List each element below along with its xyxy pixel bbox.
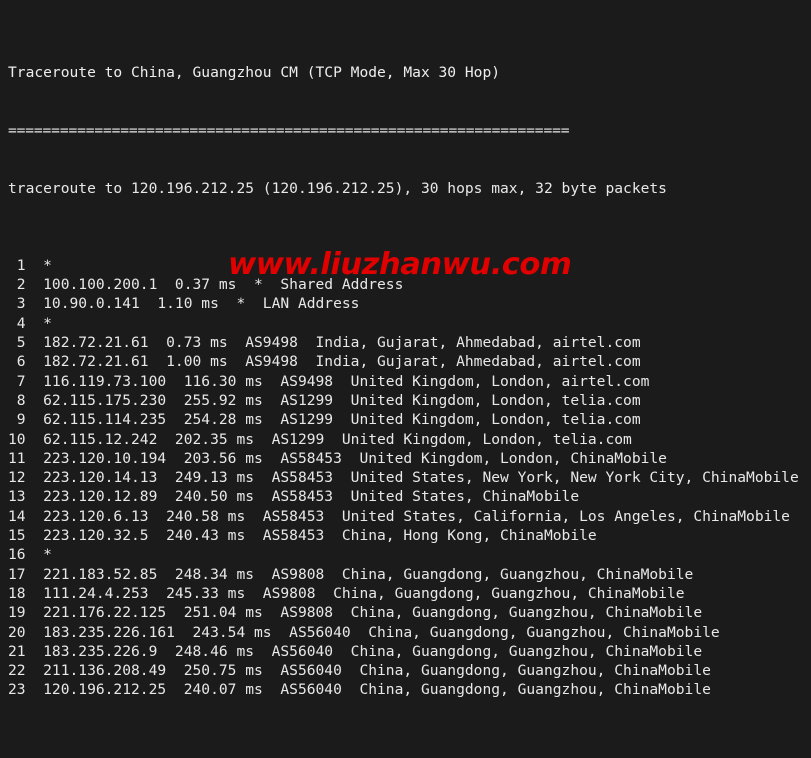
hop-list: 1 * 2 100.100.200.1 0.37 ms * Shared Add… [8, 256, 811, 700]
hop-row: 23 120.196.212.25 240.07 ms AS56040 Chin… [8, 681, 711, 699]
hop-row: 13 223.120.12.89 240.50 ms AS58453 Unite… [8, 488, 580, 506]
hop-row: 11 223.120.10.194 203.56 ms AS58453 Unit… [8, 449, 667, 467]
hop-row: 10 62.115.12.242 202.35 ms AS1299 United… [8, 430, 632, 448]
hop-row: 3 10.90.0.141 1.10 ms * LAN Address [8, 295, 360, 313]
hop-row: 18 111.24.4.253 245.33 ms AS9808 China, … [8, 584, 685, 602]
hop-row: 5 182.72.21.61 0.73 ms AS9498 India, Guj… [8, 334, 641, 352]
hop-row: 14 223.120.6.13 240.58 ms AS58453 United… [8, 507, 790, 525]
hop-row: 9 62.115.114.235 254.28 ms AS1299 United… [8, 411, 641, 429]
hop-row: 16 * [8, 546, 52, 564]
hop-row: 20 183.235.226.161 243.54 ms AS56040 Chi… [8, 623, 720, 641]
hop-row: 22 211.136.208.49 250.75 ms AS56040 Chin… [8, 662, 711, 680]
hop-row: 12 223.120.14.13 249.13 ms AS58453 Unite… [8, 469, 799, 487]
hop-row: 4 * [8, 314, 52, 332]
traceroute-title: Traceroute to China, Guangzhou CM (TCP M… [8, 63, 501, 81]
hop-row: 17 221.183.52.85 248.34 ms AS9808 China,… [8, 565, 694, 583]
hop-row: 2 100.100.200.1 0.37 ms * Shared Address [8, 276, 404, 294]
hop-row: 8 62.115.175.230 255.92 ms AS1299 United… [8, 391, 641, 409]
hop-row: 19 221.176.22.125 251.04 ms AS9808 China… [8, 604, 703, 622]
hop-row: 6 182.72.21.61 1.00 ms AS9498 India, Guj… [8, 353, 641, 371]
separator-rule: ========================================… [8, 121, 570, 139]
hop-row: 1 * [8, 256, 52, 274]
traceroute-command-info: traceroute to 120.196.212.25 (120.196.21… [8, 179, 667, 197]
hop-row: 21 183.235.226.9 248.46 ms AS56040 China… [8, 642, 703, 660]
hop-row: 7 116.119.73.100 116.30 ms AS9498 United… [8, 372, 650, 390]
terminal-output: Traceroute to China, Guangzhou CM (TCP M… [0, 0, 811, 698]
